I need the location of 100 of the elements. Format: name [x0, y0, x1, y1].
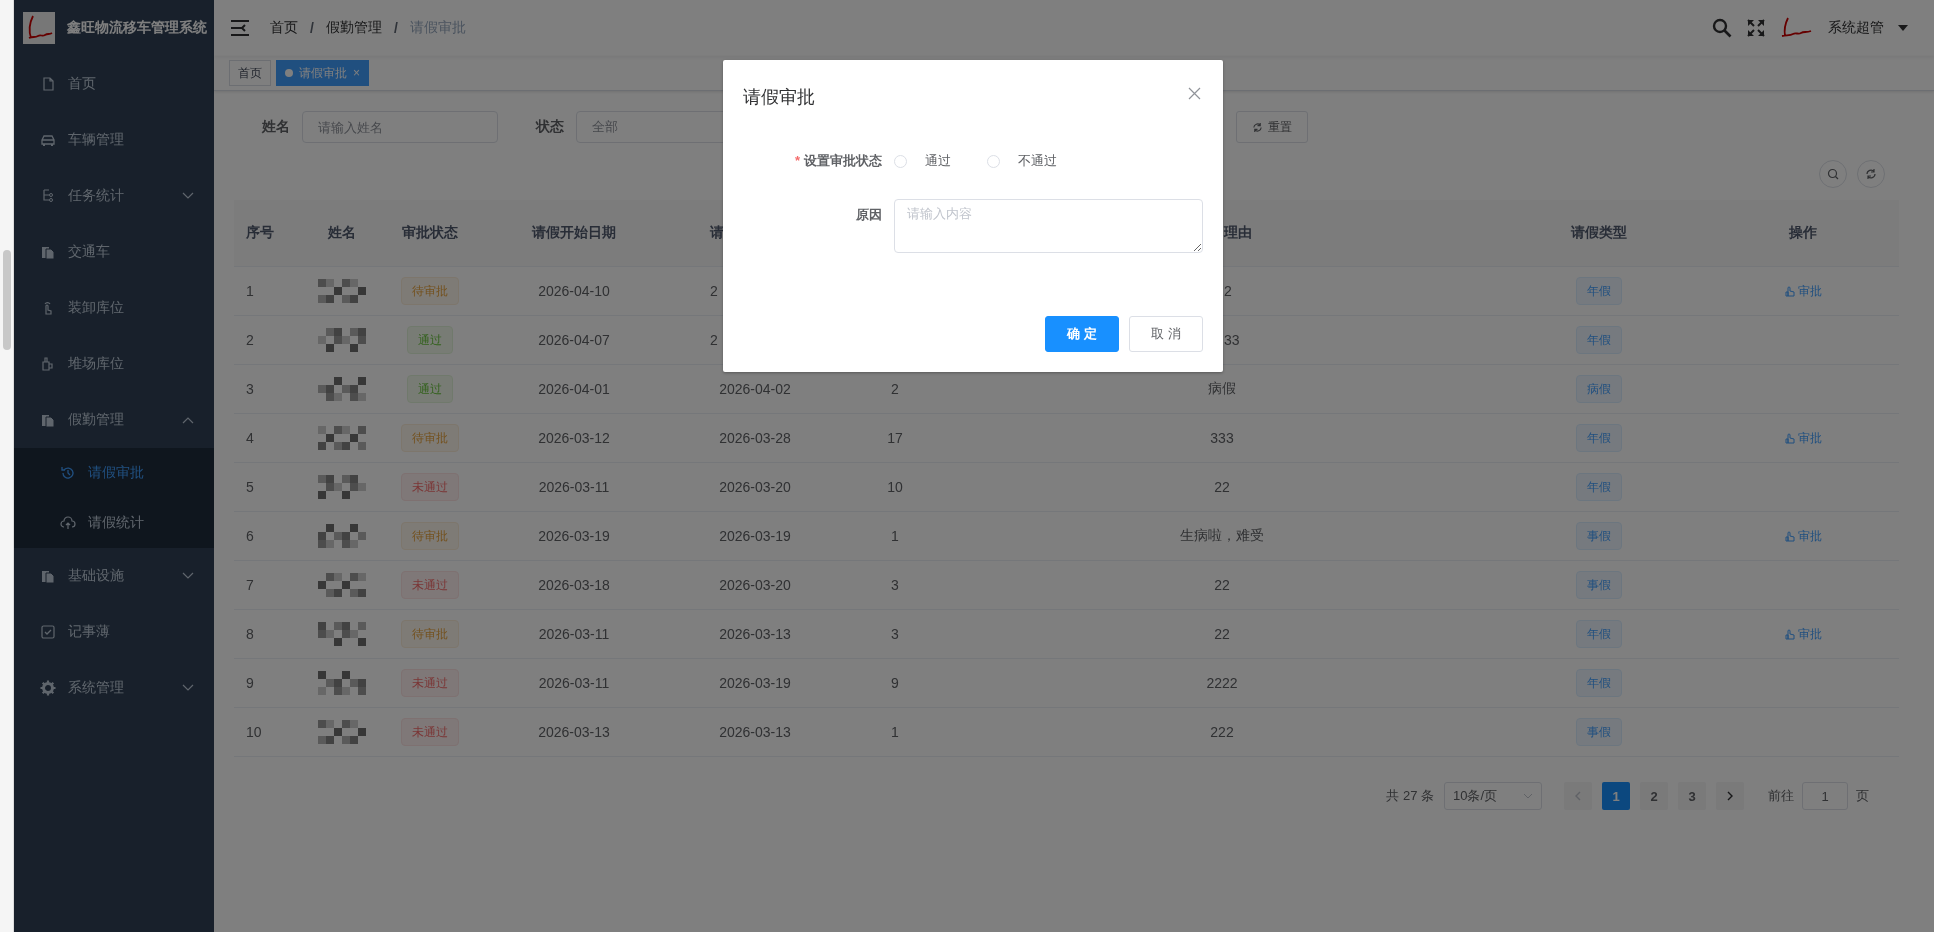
page-button[interactable]: 2 [1640, 782, 1668, 810]
pixelated-name [318, 622, 366, 646]
table-cell: 2026-04-02 [719, 381, 791, 397]
page-size-select[interactable]: 10条/页 [1444, 782, 1542, 810]
pixelated-name [318, 328, 366, 352]
approve-link[interactable]: 审批 [1783, 527, 1822, 545]
caret-icon[interactable] [1898, 25, 1908, 31]
menu-item[interactable]: 装卸库位 [14, 280, 214, 336]
checkbox-icon [40, 624, 56, 640]
table-cell: 2026-03-12 [538, 430, 610, 446]
pixelated-name [318, 377, 366, 401]
radio-option[interactable]: 不通过 [987, 152, 1057, 170]
car-icon [40, 132, 56, 148]
status-tag: 未通过 [401, 571, 459, 599]
menu-icon[interactable] [230, 19, 250, 37]
table-cell: 10 [246, 724, 262, 740]
page-button[interactable]: 3 [1678, 782, 1706, 810]
pixelated-name [318, 426, 366, 450]
table-cell: 2 [246, 332, 254, 348]
table-cell: 2026-03-19 [719, 528, 791, 544]
history-icon [60, 465, 76, 481]
plug-icon [40, 356, 56, 372]
menu-item[interactable]: 交通车 [14, 224, 214, 280]
scrollbar-thumb[interactable] [2, 250, 11, 350]
status-tag: 通过 [407, 326, 453, 354]
type-tag: 事假 [1576, 571, 1622, 599]
column-header: 请假开始日期 [532, 224, 616, 240]
goto-suffix: 页 [1856, 787, 1869, 805]
breadcrumb-item[interactable]: 首页 [270, 19, 298, 37]
table-cell: 22 [1214, 479, 1230, 495]
menu-item[interactable]: 系统管理 [14, 660, 214, 716]
table-cell: 病假 [1208, 380, 1236, 396]
type-tag: 事假 [1576, 522, 1622, 550]
menu-item[interactable]: 假勤管理 [14, 392, 214, 448]
pixelated-name [318, 573, 366, 597]
approve-link[interactable]: 审批 [1783, 282, 1822, 300]
refresh-icon [1252, 121, 1263, 133]
dialog-title: 请假审批 [743, 86, 815, 109]
radio-option[interactable]: 通过 [894, 152, 951, 170]
status-tag: 通过 [407, 375, 453, 403]
reason-input[interactable]: 请输入内容 [894, 199, 1203, 253]
status-tag: 待审批 [401, 277, 459, 305]
tab[interactable]: 请假审批 × [276, 60, 369, 86]
search-icon [1827, 168, 1839, 180]
confirm-button[interactable]: 确 定 [1045, 316, 1119, 352]
total-count: 共 27 条 [1386, 787, 1434, 805]
table-cell: 17 [887, 430, 903, 446]
field-label: 状态 [534, 118, 565, 136]
field-label: 原因 [855, 206, 883, 224]
page-button[interactable]: 1 [1602, 782, 1630, 810]
menu-item[interactable]: 车辆管理 [14, 112, 214, 168]
chevron-down-icon [182, 572, 194, 580]
table-cell: 33 [1224, 332, 1240, 348]
status-tag: 待审批 [401, 522, 459, 550]
table-cell: 2026-03-20 [719, 577, 791, 593]
search-icon[interactable] [1712, 18, 1732, 38]
menu-item[interactable]: 堆场库位 [14, 336, 214, 392]
table-cell: 2026-03-13 [719, 724, 791, 740]
type-tag: 年假 [1576, 620, 1622, 648]
pixelated-name [318, 524, 366, 548]
next-page-button[interactable] [1716, 782, 1744, 810]
field-label: 姓名 [261, 118, 291, 136]
tab[interactable]: 首页 [229, 60, 271, 86]
table-cell: 2026-03-11 [538, 675, 610, 691]
table-cell: 2026-03-20 [719, 479, 791, 495]
table-cell: 9 [891, 675, 899, 691]
column-header: 操作 [1788, 224, 1817, 240]
page-input[interactable]: 1 [1802, 782, 1848, 810]
search-button[interactable] [1819, 160, 1847, 188]
table-cell: 2026-04-07 [538, 332, 610, 348]
hand-icon [1783, 432, 1796, 444]
approve-link[interactable]: 审批 [1783, 429, 1822, 447]
refresh-button[interactable] [1857, 160, 1885, 188]
table-cell: 3 [891, 577, 899, 593]
type-tag: 事假 [1576, 718, 1622, 746]
chevron-up-icon [182, 416, 194, 424]
menu-item[interactable]: 记事薄 [14, 604, 214, 660]
copy-icon [40, 412, 56, 428]
avatar-logo[interactable] [1780, 17, 1814, 39]
table-cell: 6 [246, 528, 254, 544]
submenu-item[interactable]: 请假统计 [14, 498, 214, 548]
cancel-button[interactable]: 取 消 [1129, 316, 1203, 352]
pixelated-name [318, 279, 366, 303]
column-header: 请假类型 [1571, 224, 1627, 240]
chevron-down-icon [182, 192, 194, 200]
user-name[interactable]: 系统超管 [1828, 19, 1884, 37]
column-header: 序号 [246, 224, 274, 240]
breadcrumb-separator: / [310, 20, 314, 36]
column-header: 请 [710, 224, 724, 240]
breadcrumb-item[interactable]: 假勤管理 [325, 19, 382, 37]
reset-button[interactable]: 重置 [1236, 111, 1308, 143]
submenu-item[interactable]: 请假审批 [14, 448, 214, 498]
menu-item[interactable]: 基础设施 [14, 548, 214, 604]
close-button[interactable] [1188, 87, 1201, 100]
menu-item[interactable]: 首页 [14, 56, 214, 112]
column-header: 姓名 [328, 224, 356, 240]
menu-item[interactable]: 任务统计 [14, 168, 214, 224]
fullscreen-icon[interactable] [1746, 18, 1766, 38]
approve-link[interactable]: 审批 [1783, 625, 1822, 643]
table-cell: 2026-03-19 [719, 675, 791, 691]
